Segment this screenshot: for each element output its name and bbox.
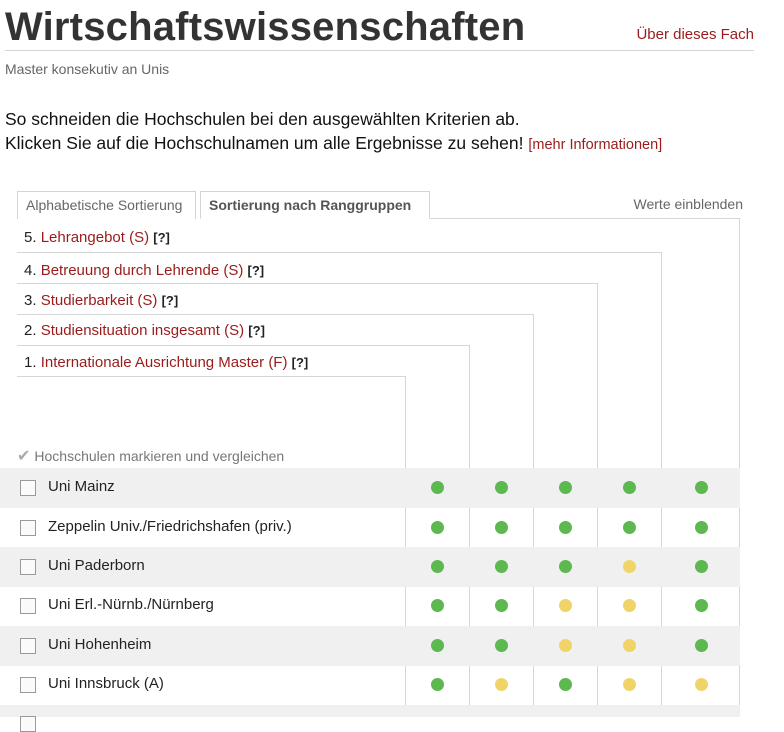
rating-dot-green <box>431 599 444 612</box>
select-checkbox[interactable] <box>20 638 36 654</box>
university-name-link[interactable]: Uni Hohenheim <box>48 636 151 653</box>
about-subject-link[interactable]: Über dieses Fach <box>636 26 754 43</box>
rating-dot-yellow <box>559 639 572 652</box>
rating-dot-green <box>559 481 572 494</box>
rating-dot-green <box>623 521 636 534</box>
criterion-2-line <box>17 314 534 315</box>
criterion-number: 1. <box>24 354 37 371</box>
rating-dot-green <box>431 639 444 652</box>
select-checkbox[interactable] <box>20 559 36 575</box>
university-name-link[interactable]: Uni Mainz <box>48 478 115 495</box>
rating-dot-green <box>495 521 508 534</box>
rating-dot-green <box>695 639 708 652</box>
criterion-help-link[interactable]: [?] <box>153 230 170 245</box>
compare-universities[interactable]: ✔ Hochschulen markieren und vergleichen <box>17 446 284 466</box>
intro-text: So schneiden die Hochschulen bei den aus… <box>5 107 662 157</box>
rating-dot-green <box>695 599 708 612</box>
rating-dot-green <box>431 560 444 573</box>
rating-dot-green <box>559 560 572 573</box>
show-values-link[interactable]: Werte einblenden <box>634 196 743 212</box>
criterion-studiensituation: 2. Studiensituation insgesamt (S) [?] <box>24 322 265 340</box>
criterion-name-link[interactable]: Studierbarkeit (S) <box>41 292 158 309</box>
criterion-number: 4. <box>24 262 37 279</box>
rating-dot-green <box>431 521 444 534</box>
select-checkbox[interactable] <box>20 480 36 496</box>
rating-dot-green <box>695 481 708 494</box>
criterion-help-link[interactable]: [?] <box>162 293 179 308</box>
criterion-number: 5. <box>24 229 37 246</box>
criterion-name-link[interactable]: Lehrangebot (S) <box>41 229 149 246</box>
rating-dot-yellow <box>623 599 636 612</box>
tab-baseline <box>430 218 739 219</box>
criterion-help-link[interactable]: [?] <box>248 263 265 278</box>
criterion-number: 3. <box>24 292 37 309</box>
criterion-betreuung: 4. Betreuung durch Lehrende (S) [?] <box>24 262 264 280</box>
criterion-4-line <box>17 252 662 253</box>
intro-line-1: So schneiden die Hochschulen bei den aus… <box>5 109 520 129</box>
rating-dot-yellow <box>495 678 508 691</box>
compare-label: Hochschulen markieren und vergleichen <box>34 448 285 464</box>
rating-dot-green <box>559 521 572 534</box>
rating-dot-yellow <box>559 599 572 612</box>
criterion-name-link[interactable]: Internationale Ausrichtung Master (F) <box>41 354 288 371</box>
intro-line-2-text: Klicken Sie auf die Hochschulnamen um al… <box>5 133 524 153</box>
criterion-0-line <box>17 376 406 377</box>
rating-dot-yellow <box>695 678 708 691</box>
rating-dot-green <box>431 481 444 494</box>
criterion-studierbarkeit: 3. Studierbarkeit (S) [?] <box>24 292 178 310</box>
criterion-3-line <box>17 283 598 284</box>
criterion-help-link[interactable]: [?] <box>292 355 309 370</box>
rating-dot-yellow <box>623 560 636 573</box>
rating-dot-green <box>695 560 708 573</box>
intro-line-2: Klicken Sie auf die Hochschulnamen um al… <box>5 131 662 157</box>
select-checkbox[interactable] <box>20 520 36 536</box>
criterion-name-link[interactable]: Studiensituation insgesamt (S) <box>41 322 244 339</box>
rating-dot-green <box>623 481 636 494</box>
select-checkbox[interactable] <box>20 677 36 693</box>
more-info-link[interactable]: [mehr Informationen] <box>528 137 662 153</box>
university-name-link[interactable]: Uni Paderborn <box>48 557 145 574</box>
rating-dot-yellow <box>623 639 636 652</box>
select-checkbox[interactable] <box>20 716 36 732</box>
rating-dot-green <box>495 639 508 652</box>
tab-alphabetical-sort[interactable]: Alphabetische Sortierung <box>17 191 196 219</box>
rating-dot-green <box>559 678 572 691</box>
tab-rank-group-sort[interactable]: Sortierung nach Ranggruppen <box>200 191 430 219</box>
rating-dot-green <box>431 678 444 691</box>
page-subtitle: Master konsekutiv an Unis <box>5 61 170 77</box>
criterion-help-link[interactable]: [?] <box>248 323 265 338</box>
select-checkbox[interactable] <box>20 598 36 614</box>
university-name-link[interactable]: Uni Innsbruck (A) <box>48 675 164 692</box>
criterion-lehrangebot: 5. Lehrangebot (S) [?] <box>24 229 170 247</box>
criterion-1-line <box>17 345 470 346</box>
rating-dot-green <box>695 521 708 534</box>
checkmark-icon: ✔ <box>17 448 31 465</box>
criterion-internationale-ausrichtung: 1. Internationale Ausrichtung Master (F)… <box>24 354 308 372</box>
rating-dot-green <box>495 560 508 573</box>
page-title: Wirtschaftswissenschaften <box>5 5 526 49</box>
criterion-number: 2. <box>24 322 37 339</box>
criterion-name-link[interactable]: Betreuung durch Lehrende (S) <box>41 262 244 279</box>
title-divider <box>5 50 754 51</box>
table-row-partial <box>0 705 740 732</box>
rating-dot-green <box>495 481 508 494</box>
rating-dot-green <box>495 599 508 612</box>
rating-dot-yellow <box>623 678 636 691</box>
university-name-link[interactable]: Uni Erl.-Nürnb./Nürnberg <box>48 596 214 613</box>
university-name-link[interactable]: Zeppelin Univ./Friedrichshafen (priv.) <box>48 518 292 535</box>
